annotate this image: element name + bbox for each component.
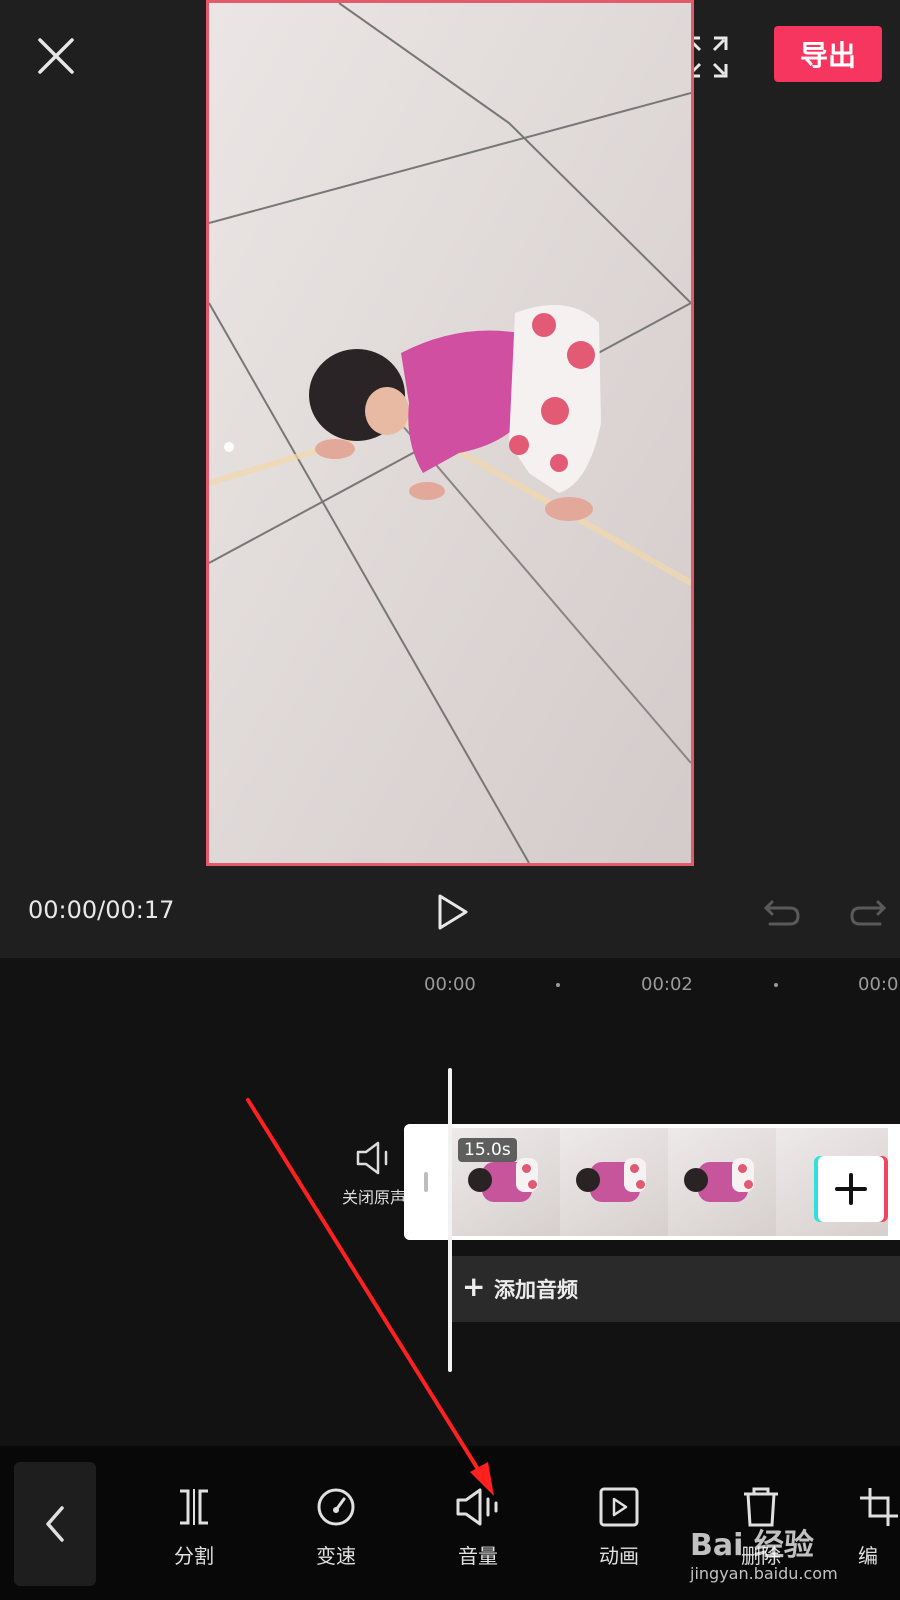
clip-duration-badge: 15.0s [458, 1138, 517, 1162]
watermark: Bai 经验 jingyan.baidu.com [690, 1520, 890, 1583]
ruler-tick [774, 983, 778, 987]
plus-icon [835, 1173, 867, 1205]
clip-thumbnail [560, 1128, 668, 1236]
undo-button[interactable] [762, 894, 802, 930]
add-clip-button[interactable] [818, 1156, 884, 1222]
volume-icon [456, 1488, 498, 1526]
tool-animation[interactable]: 动画 [574, 1484, 664, 1569]
chevron-left-icon [46, 1506, 64, 1542]
back-button[interactable] [14, 1462, 96, 1586]
redo-button[interactable] [848, 894, 888, 930]
preview-frame-image [209, 3, 691, 863]
add-audio-button[interactable]: + 添加音频 [448, 1256, 900, 1322]
tool-label: 动画 [599, 1544, 639, 1568]
animation-icon [599, 1487, 639, 1527]
split-icon [180, 1489, 208, 1525]
ruler-label: 00:02 [641, 974, 693, 995]
speaker-icon [356, 1141, 388, 1175]
time-readout: 00:00/00:17 [28, 896, 175, 924]
close-icon [38, 38, 74, 74]
video-preview [206, 0, 694, 866]
tool-split[interactable]: 分割 [149, 1484, 239, 1569]
export-button[interactable]: 导出 [774, 26, 882, 82]
playhead[interactable] [448, 1068, 452, 1372]
watermark-brand: Bai 经验 [690, 1528, 814, 1563]
speed-icon [317, 1488, 355, 1526]
close-button[interactable] [32, 32, 80, 80]
tool-label: 音量 [458, 1544, 498, 1568]
play-icon [438, 894, 468, 930]
ruler-label: 00:0 [858, 974, 899, 995]
clip-trim-handle[interactable] [404, 1124, 448, 1240]
plus-icon: + [462, 1270, 486, 1303]
add-audio-label: 添加音频 [494, 1278, 578, 1302]
tool-volume[interactable]: 音量 [433, 1484, 523, 1569]
tool-label: 分割 [174, 1544, 214, 1568]
watermark-url: jingyan.baidu.com [690, 1564, 838, 1583]
ruler-label: 00:00 [424, 974, 476, 995]
tool-label: 变速 [316, 1544, 356, 1568]
ruler-tick [556, 983, 560, 987]
redo-icon [850, 900, 887, 926]
play-button[interactable] [432, 892, 472, 932]
clip-thumbnail [668, 1128, 776, 1236]
tool-speed[interactable]: 变速 [291, 1484, 381, 1569]
undo-icon [763, 900, 800, 926]
